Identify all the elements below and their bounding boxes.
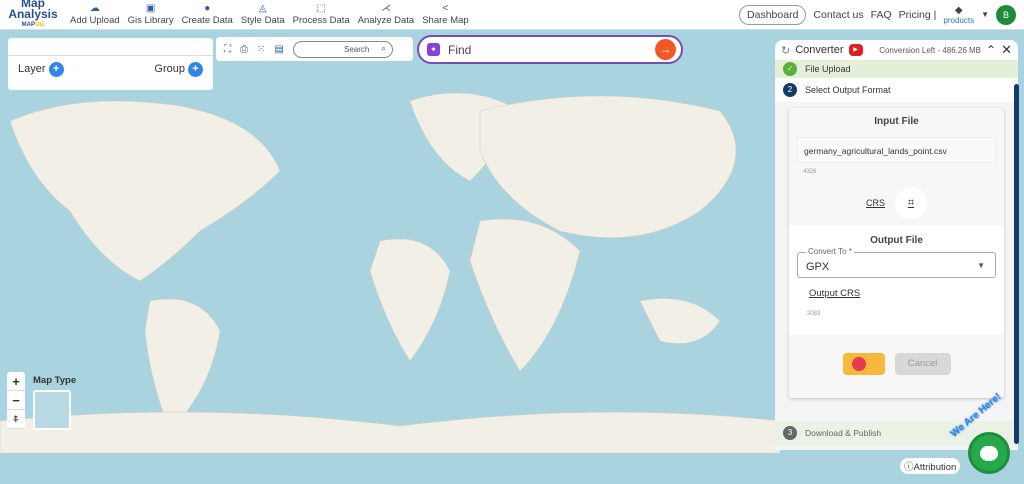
process-icon: ⬚ [316,3,326,14]
convert-button[interactable] [842,353,885,375]
output-crs-value: 2083 [807,311,821,317]
contact-link[interactable]: Contact us [813,9,863,21]
scan-icon[interactable]: ⌗ [895,187,927,219]
paint-icon: ◬ [258,3,267,14]
step-file-upload[interactable]: ✓ File Upload [775,60,1018,78]
chat-button[interactable] [968,432,1010,474]
attribution-button[interactable]: ⓘAttribution [900,458,961,474]
crs-link[interactable]: CRS [866,198,885,208]
arrow-right-icon[interactable]: → [655,39,676,60]
converter-panel: ↻ Converter ▶ Conversion Left - 486.26 M… [775,40,1018,450]
dropdown-arrow-icon: ▼ [977,261,985,270]
nav-gis-library[interactable]: ▣ Gis Library [124,3,178,26]
convert-to-select[interactable]: Convert To * GPX ▼ [797,247,996,278]
zoom-in-button[interactable]: + [7,372,25,391]
top-bar: Map Analysis MAPOG ☁ Add Upload ▣ Gis Libr… [0,0,1024,30]
plus-icon: + [48,62,64,77]
add-group-button[interactable]: Group + [154,62,203,77]
zoom-control: + − ⍏ [7,372,25,429]
plus-icon: + [188,62,203,77]
output-crs-link[interactable]: Output CRS [809,288,1004,299]
check-icon: ✓ [783,62,797,76]
pin-icon: ● [204,3,211,14]
dashboard-button[interactable]: Dashboard [739,4,807,25]
cube-icon: ◆ [954,4,963,16]
youtube-icon[interactable]: ▶ [848,44,863,56]
library-icon: ▣ [145,3,156,14]
products-menu[interactable]: ◆ products [943,5,974,25]
info-icon: ⓘ [904,462,914,473]
nav-style-data[interactable]: ◬ Style Data [237,3,289,26]
collapse-icon[interactable]: ⌃ [986,43,996,57]
add-layer-button[interactable]: Layer + [18,62,64,77]
search-input[interactable]: Search ⌕ [292,40,393,58]
layer-panel: Layer + Group + [8,38,213,90]
faq-link[interactable]: FAQ [871,9,892,21]
cancel-button[interactable]: Cancel [894,353,951,375]
nav-create-data[interactable]: ● Create Data [178,3,237,26]
step-select-output[interactable]: 2 Select Output Format [775,78,1018,102]
converter-form: Input File germany_agricultural_lands_po… [789,108,1004,398]
main-nav: ☁ Add Upload ▣ Gis Library ● Create Data ◬ S… [66,3,473,26]
logo[interactable]: Map Analysis MAPOG [0,0,66,31]
input-crs-value: 4326 [803,169,817,175]
search-icon: ⌕ [381,44,386,53]
nav-share-map[interactable]: < Share Map [418,3,472,26]
nav-add-upload[interactable]: ☁ Add Upload [66,3,124,26]
cloud-upload-icon: ☁ [89,3,100,14]
zoom-out-button[interactable]: − [7,391,25,410]
pricing-link[interactable]: Pricing | [899,9,937,21]
chevron-down-icon[interactable]: ▼ [981,10,989,19]
find-input[interactable]: ✦ Find → [417,35,683,64]
chat-icon [980,445,998,461]
comment-icon[interactable]: ▤ [274,44,283,55]
fullscreen-icon[interactable]: ⛶ [224,44,231,55]
map-type-label: Map Type [33,375,77,386]
analyze-icon: ⋌ [380,3,391,14]
avatar[interactable]: B [996,4,1016,25]
map-type-thumbnail[interactable] [33,390,71,430]
map-toolbar: ⛶ ⎙ ⁙ ▤ Search ⌕ [216,37,413,61]
input-file-name: germany_agricultural_lands_point.csv [797,137,996,163]
nav-process-data[interactable]: ⬚ Process Data [289,3,354,26]
measure-icon[interactable]: ⁙ [257,44,265,55]
sparkle-icon: ✦ [427,43,440,56]
reset-north-button[interactable]: ⍏ [7,410,25,429]
close-icon[interactable]: ✕ [1001,42,1012,58]
refresh-icon: ↻ [781,44,791,57]
share-icon: < [442,3,449,14]
print-icon[interactable]: ⎙ [240,44,248,55]
nav-analyze-data[interactable]: ⋌ Analyze Data [354,3,419,26]
panel-scrollbar[interactable] [1014,84,1019,444]
